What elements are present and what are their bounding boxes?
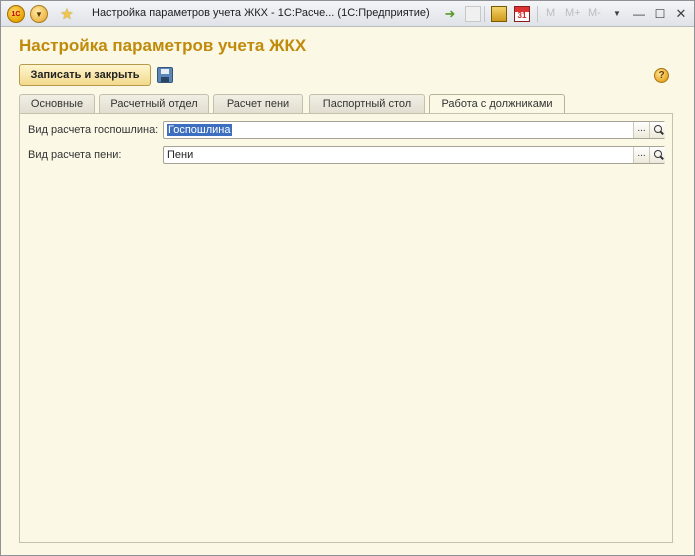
- maximize-icon[interactable]: ☐: [652, 6, 668, 22]
- 1c-logo-icon[interactable]: 1С: [7, 5, 25, 23]
- memory-m-button[interactable]: M: [546, 7, 555, 19]
- peni-field[interactable]: Пени ...: [163, 146, 665, 164]
- form-title: Настройка параметров учета ЖКХ: [19, 36, 307, 55]
- close-icon[interactable]: ✕: [673, 6, 689, 22]
- gosposhlina-search-icon[interactable]: [649, 122, 665, 138]
- gosposhlina-field[interactable]: Госпошлина ...: [163, 121, 665, 139]
- calculator-icon[interactable]: [491, 6, 507, 22]
- minimize-icon[interactable]: —: [631, 6, 647, 22]
- forward-arrow-icon[interactable]: ➜: [442, 6, 458, 22]
- peni-label: Вид расчета пени:: [28, 149, 122, 161]
- gosposhlina-label: Вид расчета госпошлина:: [28, 124, 159, 136]
- calendar-icon[interactable]: 31: [514, 6, 530, 22]
- tab-osnovnye[interactable]: Основные: [19, 94, 95, 113]
- gosposhlina-select-button[interactable]: ...: [633, 122, 649, 138]
- tab-rabota-s-dolzhnikami[interactable]: Работа с должниками: [429, 94, 565, 114]
- peni-select-button[interactable]: ...: [633, 147, 649, 163]
- main-menu-dropdown-icon[interactable]: ▼: [30, 5, 48, 23]
- tab-panel: [19, 113, 673, 543]
- memory-plus-button[interactable]: M+: [565, 7, 581, 19]
- save-and-close-button[interactable]: Записать и закрыть: [19, 64, 151, 86]
- toolbar-dropdown-icon[interactable]: ▼: [609, 6, 625, 22]
- toolbar-separator: [537, 6, 538, 22]
- save-disk-icon[interactable]: [157, 67, 173, 83]
- memory-minus-button[interactable]: M-: [588, 7, 601, 19]
- peni-search-icon[interactable]: [649, 147, 665, 163]
- tab-pasportny-stol[interactable]: Паспортный стол: [309, 94, 425, 113]
- title-bar: 1С ▼ ★ Настройка параметров учета ЖКХ - …: [1, 1, 694, 27]
- help-icon[interactable]: ?: [654, 68, 669, 83]
- window-title: Настройка параметров учета ЖКХ - 1С:Расч…: [92, 7, 430, 19]
- favorites-star-icon[interactable]: ★: [58, 5, 76, 23]
- tab-raschet-peni[interactable]: Расчет пени: [213, 94, 303, 113]
- tab-raschetny-otdel[interactable]: Расчетный отдел: [99, 94, 209, 113]
- gosposhlina-value[interactable]: Госпошлина: [167, 124, 232, 136]
- document-icon[interactable]: [465, 6, 481, 22]
- toolbar-separator: [484, 6, 485, 22]
- peni-value[interactable]: Пени: [167, 149, 193, 161]
- app-window: 1С ▼ ★ Настройка параметров учета ЖКХ - …: [0, 0, 695, 556]
